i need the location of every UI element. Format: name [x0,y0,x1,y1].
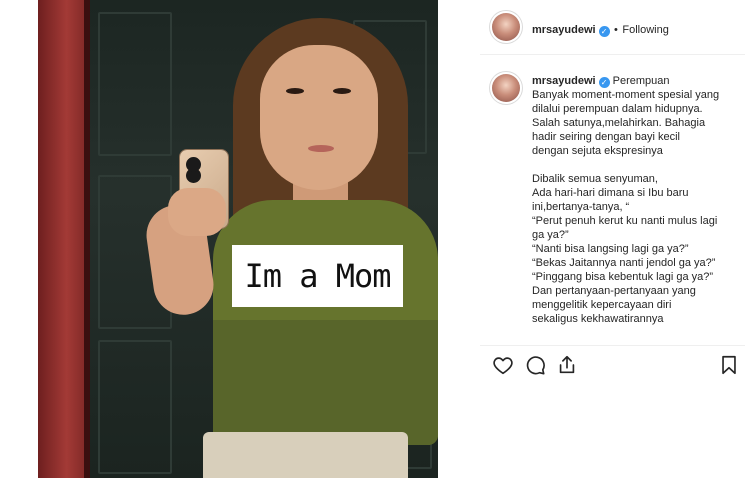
caption-username[interactable]: mrsayudewi [532,75,596,87]
caption-line: Salah satunya,melahirkan. Bahagia [532,117,706,129]
face [260,45,378,190]
heart-icon[interactable] [492,354,514,376]
comment-icon[interactable] [524,354,546,376]
caption-line: hadir seiring dengan bayi kecil [532,131,680,143]
caption-line: menggelitik kepercayaan diri [532,299,672,311]
phone-camera [186,157,201,172]
post-sidebar: mrsayudewi ✓ • Following mrsayudewi ✓ Pere… [480,0,745,478]
caption-line: ga ya?” [532,229,569,241]
avatar[interactable] [492,13,520,41]
wall-panel [98,12,172,156]
post-photo[interactable]: Im a Mom [38,0,438,478]
im-a-mom-sticker: Im a Mom [232,245,403,307]
actions-divider [480,345,745,346]
header-separator: • [614,24,618,36]
caption-line: “Perut penuh kerut ku nanti mulus lagi [532,215,718,227]
following-button[interactable]: Following [622,24,668,36]
door-frame [38,0,90,478]
caption-line: “Bekas Jaitannya nanti jendol ga ya?” [532,257,716,269]
action-bar [480,354,745,380]
caption-line: Dan pertanyaan-pertanyaan yang [532,285,696,297]
verified-badge-icon: ✓ [598,77,610,88]
caption-line: “Pinggang bisa kebentuk lagi ga ya?” [532,271,714,283]
caption-line: dilalui perempuan dalam hidupnya. [532,103,703,115]
wall-panel [98,340,172,474]
verified-badge-icon: ✓ [598,26,610,37]
caption: mrsayudewi ✓ Perempuan Banyak moment-mome… [532,74,737,326]
eye [333,88,351,94]
pants [203,432,408,478]
instagram-post: Im a Mom mrsayudewi ✓ • Following mrsayud… [0,0,745,478]
caption-line: dengan sejuta ekspresinya [532,145,663,157]
caption-line: Dibalik semua senyuman, [532,173,658,185]
caption-line: Perempuan [612,75,670,87]
share-icon[interactable] [556,354,578,376]
mouth [308,145,334,152]
caption-line: sekaligus kekhawatirannya [532,313,664,325]
hand [168,188,226,236]
bookmark-icon[interactable] [718,354,740,376]
caption-line: “Nanti bisa langsing lagi ga ya?” [532,243,689,255]
caption-line: Banyak moment-moment spesial yang [532,89,720,101]
eye [286,88,304,94]
header-divider [480,54,745,55]
shirt-shadow [213,320,438,445]
caption-line: Ada hari-hari dimana si Ibu baru [532,187,689,199]
post-header: mrsayudewi ✓ • Following [532,20,669,38]
caption-line: ini,bertanya-tanya, “ [532,201,630,213]
caption-avatar[interactable] [492,74,520,102]
header-username[interactable]: mrsayudewi [532,24,596,36]
